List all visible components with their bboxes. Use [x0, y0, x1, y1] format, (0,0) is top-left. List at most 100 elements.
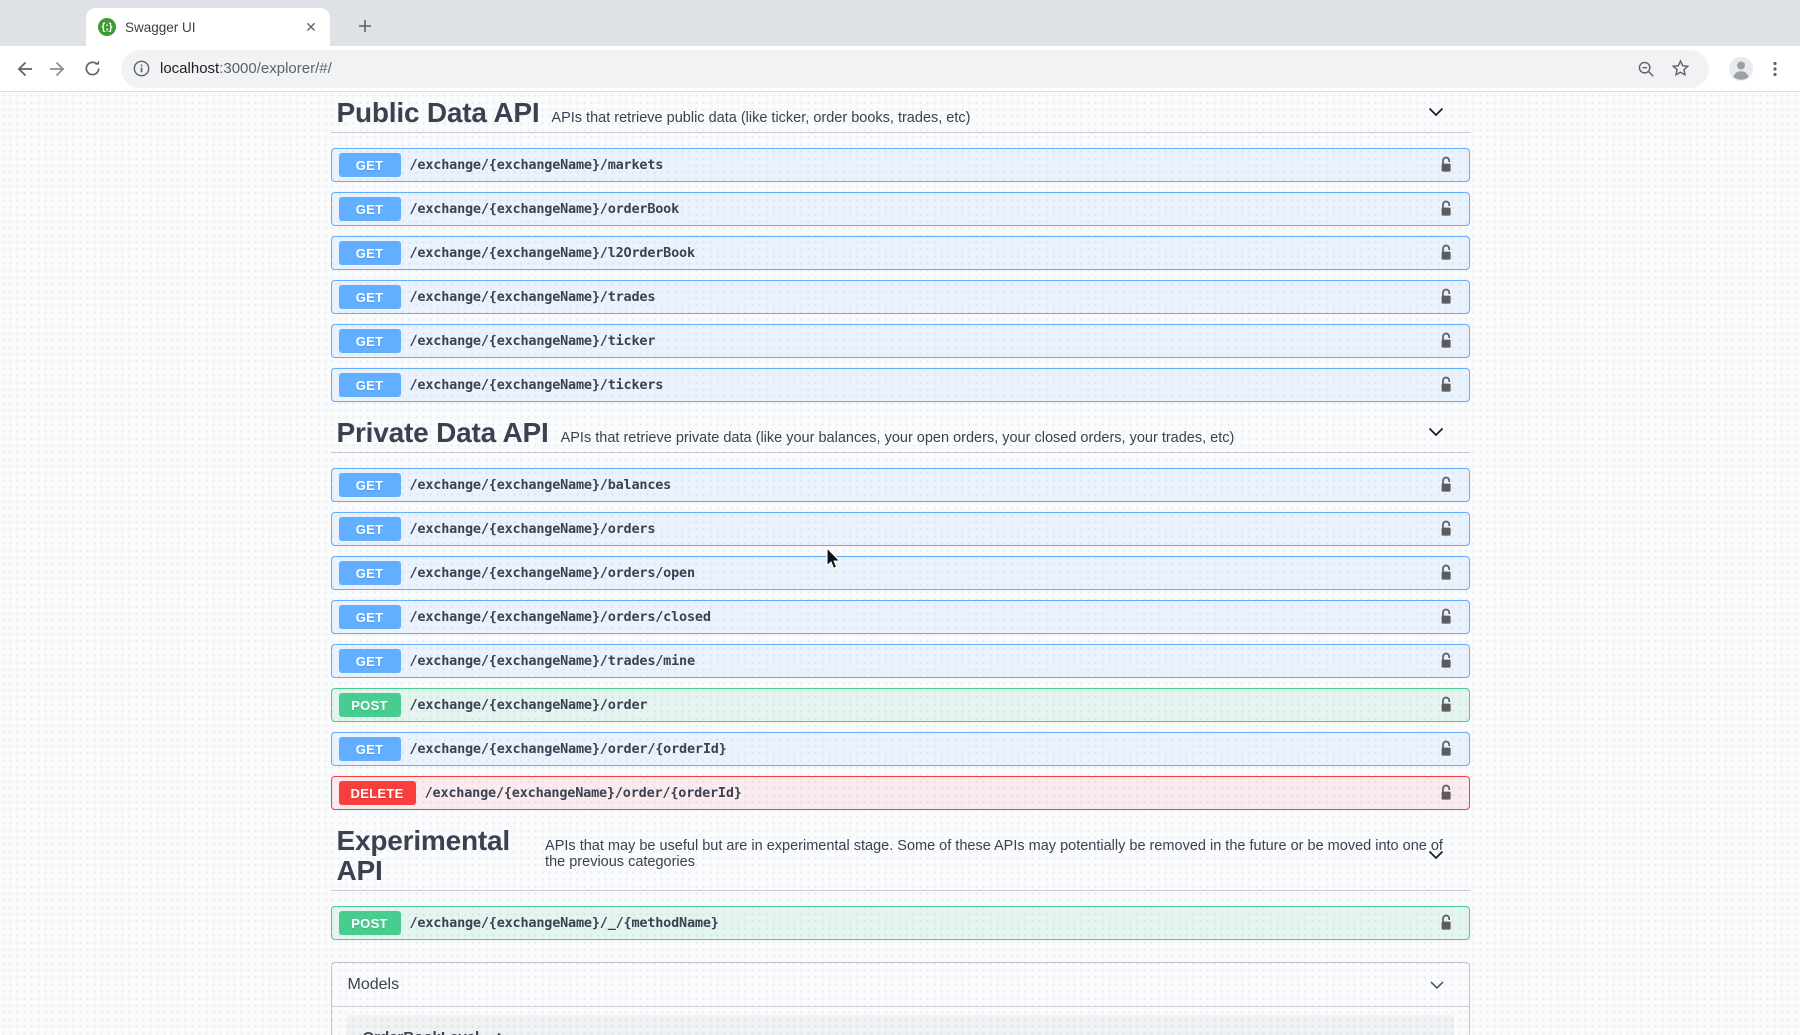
endpoint-row[interactable]: GET /exchange/{exchangeName}/orderBook — [330, 192, 1470, 226]
browser-menu-button[interactable] — [1758, 52, 1792, 86]
chevron-down-icon[interactable] — [1427, 975, 1447, 995]
model-expand-button[interactable] — [495, 1031, 506, 1035]
auth-lock-button[interactable] — [1436, 242, 1456, 264]
auth-lock-button[interactable] — [1436, 330, 1456, 352]
forward-button[interactable] — [41, 52, 75, 86]
auth-lock-button[interactable] — [1436, 154, 1456, 176]
unlocked-padlock-icon — [1441, 520, 1451, 536]
api-tag-section: Experimental API APIs that may be useful… — [330, 820, 1470, 940]
endpoint-row[interactable]: GET /exchange/{exchangeName}/ticker — [330, 324, 1470, 358]
address-bar[interactable]: localhost:3000/explorer/#/ — [121, 49, 1709, 88]
endpoint-row[interactable]: DELETE /exchange/{exchangeName}/order/{o… — [330, 776, 1470, 810]
auth-lock-button[interactable] — [1436, 374, 1456, 396]
chevron-right-icon — [497, 1032, 502, 1035]
auth-lock-button[interactable] — [1436, 606, 1456, 628]
endpoint-path: /exchange/{exchangeName}/l2OrderBook — [409, 245, 696, 261]
endpoint-list: GET /exchange/{exchangeName}/markets GET… — [330, 133, 1470, 402]
endpoint-row[interactable]: GET /exchange/{exchangeName}/markets — [330, 148, 1470, 182]
auth-lock-button[interactable] — [1436, 738, 1456, 760]
method-badge: GET — [338, 241, 401, 265]
unlocked-padlock-icon — [1441, 476, 1451, 492]
section-description: APIs that may be useful but are in exper… — [545, 838, 1443, 870]
auth-lock-button[interactable] — [1436, 912, 1456, 934]
bookmark-button[interactable] — [1663, 52, 1697, 86]
endpoint-path: /exchange/{exchangeName}/orders — [409, 521, 656, 537]
auth-lock-button[interactable] — [1436, 518, 1456, 540]
section-header[interactable]: Experimental API APIs that may be useful… — [330, 820, 1470, 891]
endpoint-row[interactable]: GET /exchange/{exchangeName}/trades/mine — [330, 644, 1470, 678]
auth-lock-button[interactable] — [1436, 474, 1456, 496]
endpoint-row[interactable]: POST /exchange/{exchangeName}/order — [330, 688, 1470, 722]
method-badge: GET — [338, 517, 401, 541]
section-header[interactable]: Private Data API APIs that retrieve priv… — [330, 412, 1470, 453]
endpoint-list: GET /exchange/{exchangeName}/balances GE… — [330, 453, 1470, 810]
models-title: Models — [347, 975, 400, 993]
endpoint-row[interactable]: GET /exchange/{exchangeName}/orders/open — [330, 556, 1470, 590]
unlocked-padlock-icon — [1441, 696, 1451, 712]
back-button[interactable] — [7, 52, 41, 86]
method-badge: GET — [338, 561, 401, 585]
endpoint-path: /exchange/{exchangeName}/orderBook — [409, 201, 680, 217]
browser-tab[interactable]: {;} Swagger UI ✕ — [86, 8, 330, 46]
endpoint-path: /exchange/{exchangeName}/order/{orderId} — [424, 785, 742, 801]
method-badge: GET — [338, 153, 401, 177]
tab-close-icon[interactable]: ✕ — [302, 18, 320, 36]
method-badge: GET — [338, 649, 401, 673]
unlocked-padlock-icon — [1441, 652, 1451, 668]
endpoint-path: /exchange/{exchangeName}/ticker — [409, 333, 656, 349]
model-list: OrderBookLevel — [332, 1015, 1469, 1035]
api-tag-section: Private Data API APIs that retrieve priv… — [330, 412, 1470, 810]
auth-lock-button[interactable] — [1436, 198, 1456, 220]
profile-button[interactable] — [1724, 52, 1758, 86]
url-path: :3000/explorer/#/ — [219, 60, 332, 77]
chevron-down-icon[interactable] — [1426, 422, 1446, 442]
unlocked-padlock-icon — [1441, 200, 1451, 216]
endpoint-row[interactable]: GET /exchange/{exchangeName}/balances — [330, 468, 1470, 502]
chevron-down-icon[interactable] — [1426, 102, 1446, 122]
browser-toolbar: localhost:3000/explorer/#/ — [0, 46, 1800, 92]
method-badge: DELETE — [338, 781, 416, 805]
model-item[interactable]: OrderBookLevel — [346, 1015, 1454, 1035]
endpoint-row[interactable]: GET /exchange/{exchangeName}/trades — [330, 280, 1470, 314]
section-title: Private Data API — [336, 417, 549, 448]
section-description: APIs that retrieve public data (like tic… — [551, 110, 971, 126]
swagger-page: Public Data API APIs that retrieve publi… — [0, 92, 1800, 1035]
section-header[interactable]: Public Data API APIs that retrieve publi… — [330, 92, 1470, 133]
unlocked-padlock-icon — [1441, 740, 1451, 756]
tab-title: Swagger UI — [125, 19, 196, 35]
new-tab-button[interactable] — [352, 13, 378, 39]
browser-tab-strip: {;} Swagger UI ✕ — [0, 0, 1800, 46]
page-info-icon[interactable] — [133, 60, 150, 77]
endpoint-path: /exchange/{exchangeName}/trades/mine — [409, 653, 696, 669]
zoom-magnifier-icon — [1638, 61, 1654, 77]
section-title: Public Data API — [336, 97, 540, 128]
method-badge: POST — [338, 911, 401, 935]
endpoint-list: POST /exchange/{exchangeName}/_/{methodN… — [330, 891, 1470, 940]
back-icon — [17, 61, 32, 76]
reload-button[interactable] — [75, 52, 109, 86]
forward-icon — [50, 61, 65, 76]
unlocked-padlock-icon — [1441, 332, 1451, 348]
chevron-down-icon[interactable] — [1426, 845, 1446, 865]
endpoint-row[interactable]: POST /exchange/{exchangeName}/_/{methodN… — [330, 906, 1470, 940]
unlocked-padlock-icon — [1441, 914, 1451, 930]
endpoint-row[interactable]: GET /exchange/{exchangeName}/order/{orde… — [330, 732, 1470, 766]
endpoint-row[interactable]: GET /exchange/{exchangeName}/tickers — [330, 368, 1470, 402]
auth-lock-button[interactable] — [1436, 650, 1456, 672]
method-badge: GET — [338, 329, 401, 353]
method-badge: GET — [338, 373, 401, 397]
unlocked-padlock-icon — [1441, 608, 1451, 624]
auth-lock-button[interactable] — [1436, 782, 1456, 804]
auth-lock-button[interactable] — [1436, 694, 1456, 716]
model-item-inner: OrderBookLevel — [363, 1027, 507, 1035]
zoom-button[interactable] — [1629, 52, 1663, 86]
unlocked-padlock-icon — [1441, 784, 1451, 800]
models-header[interactable]: Models — [331, 963, 1469, 1007]
method-badge: GET — [338, 737, 401, 761]
unlocked-padlock-icon — [1441, 156, 1451, 172]
auth-lock-button[interactable] — [1436, 286, 1456, 308]
endpoint-row[interactable]: GET /exchange/{exchangeName}/l2OrderBook — [330, 236, 1470, 270]
auth-lock-button[interactable] — [1436, 562, 1456, 584]
endpoint-row[interactable]: GET /exchange/{exchangeName}/orders/clos… — [330, 600, 1470, 634]
endpoint-row[interactable]: GET /exchange/{exchangeName}/orders — [330, 512, 1470, 546]
